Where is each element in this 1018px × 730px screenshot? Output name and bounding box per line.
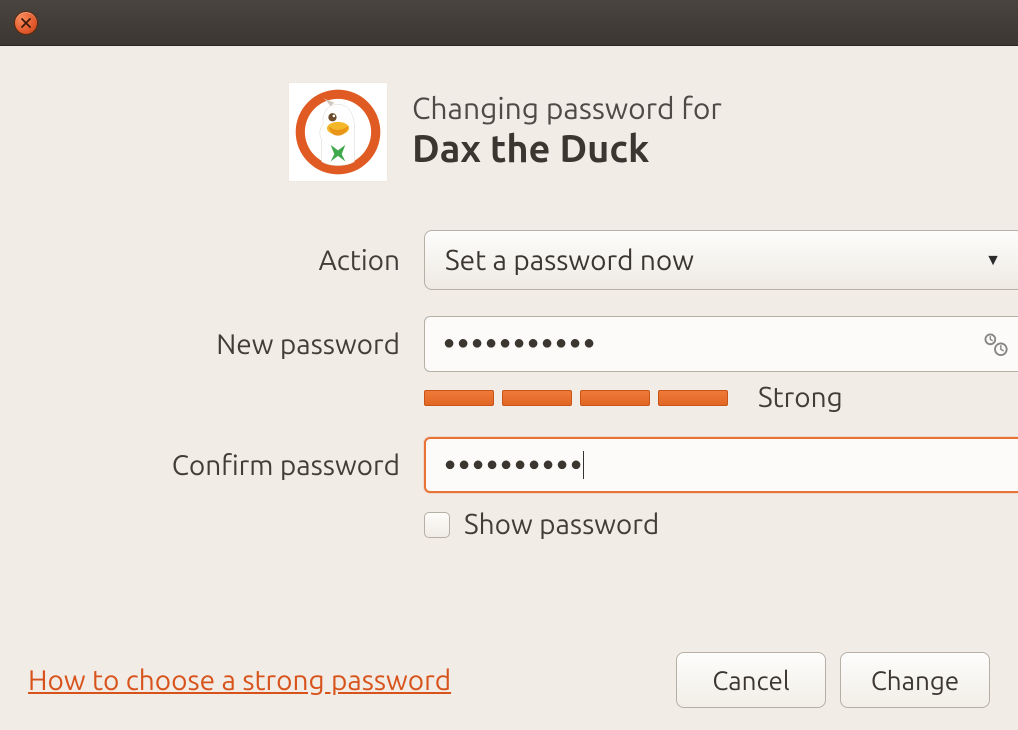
strength-segment — [502, 390, 572, 406]
dialog-footer: How to choose a strong password Cancel C… — [28, 652, 990, 708]
titlebar — [0, 0, 1018, 46]
action-combobox[interactable]: Set a password now ▼ — [424, 230, 1018, 290]
confirm-password-input[interactable]: ●●●●●●●●●● — [424, 437, 1018, 493]
action-selected-value: Set a password now — [445, 245, 694, 276]
text-cursor — [583, 451, 584, 479]
strength-segment — [580, 390, 650, 406]
duck-avatar-icon — [292, 86, 384, 178]
password-strength-text: Strong — [758, 382, 843, 413]
cancel-button[interactable]: Cancel — [676, 652, 826, 708]
close-icon — [21, 18, 31, 28]
chevron-down-icon: ▼ — [985, 251, 1001, 270]
dialog-header: Changing password for Dax the Duck — [288, 82, 990, 182]
dialog-subtitle: Changing password for — [412, 92, 722, 125]
show-password-checkbox[interactable] — [424, 512, 450, 538]
dialog-username: Dax the Duck — [412, 127, 722, 173]
new-password-mask: ●●●●●●●●●●● — [443, 333, 981, 356]
new-password-input[interactable]: ●●●●●●●●●●● — [424, 316, 1018, 372]
confirm-password-label: Confirm password — [28, 450, 402, 481]
generate-password-icon[interactable] — [981, 330, 1009, 358]
strength-segment — [424, 390, 494, 406]
button-group: Cancel Change — [676, 652, 990, 708]
action-label: Action — [28, 245, 402, 276]
user-avatar — [288, 82, 388, 182]
show-password-label[interactable]: Show password — [464, 509, 659, 540]
confirm-password-mask: ●●●●●●●●●● — [444, 451, 1008, 479]
password-strength-meter — [424, 390, 728, 406]
dialog-title-block: Changing password for Dax the Duck — [412, 92, 722, 173]
dialog-content: Changing password for Dax the Duck Actio… — [0, 46, 1018, 540]
password-strength-row: Strong — [424, 382, 1018, 413]
new-password-label: New password — [28, 329, 402, 360]
strength-segment — [658, 390, 728, 406]
change-button[interactable]: Change — [840, 652, 990, 708]
form: Action Set a password now ▼ New password… — [28, 230, 990, 540]
help-link[interactable]: How to choose a strong password — [28, 665, 451, 696]
window-close-button[interactable] — [14, 11, 38, 35]
